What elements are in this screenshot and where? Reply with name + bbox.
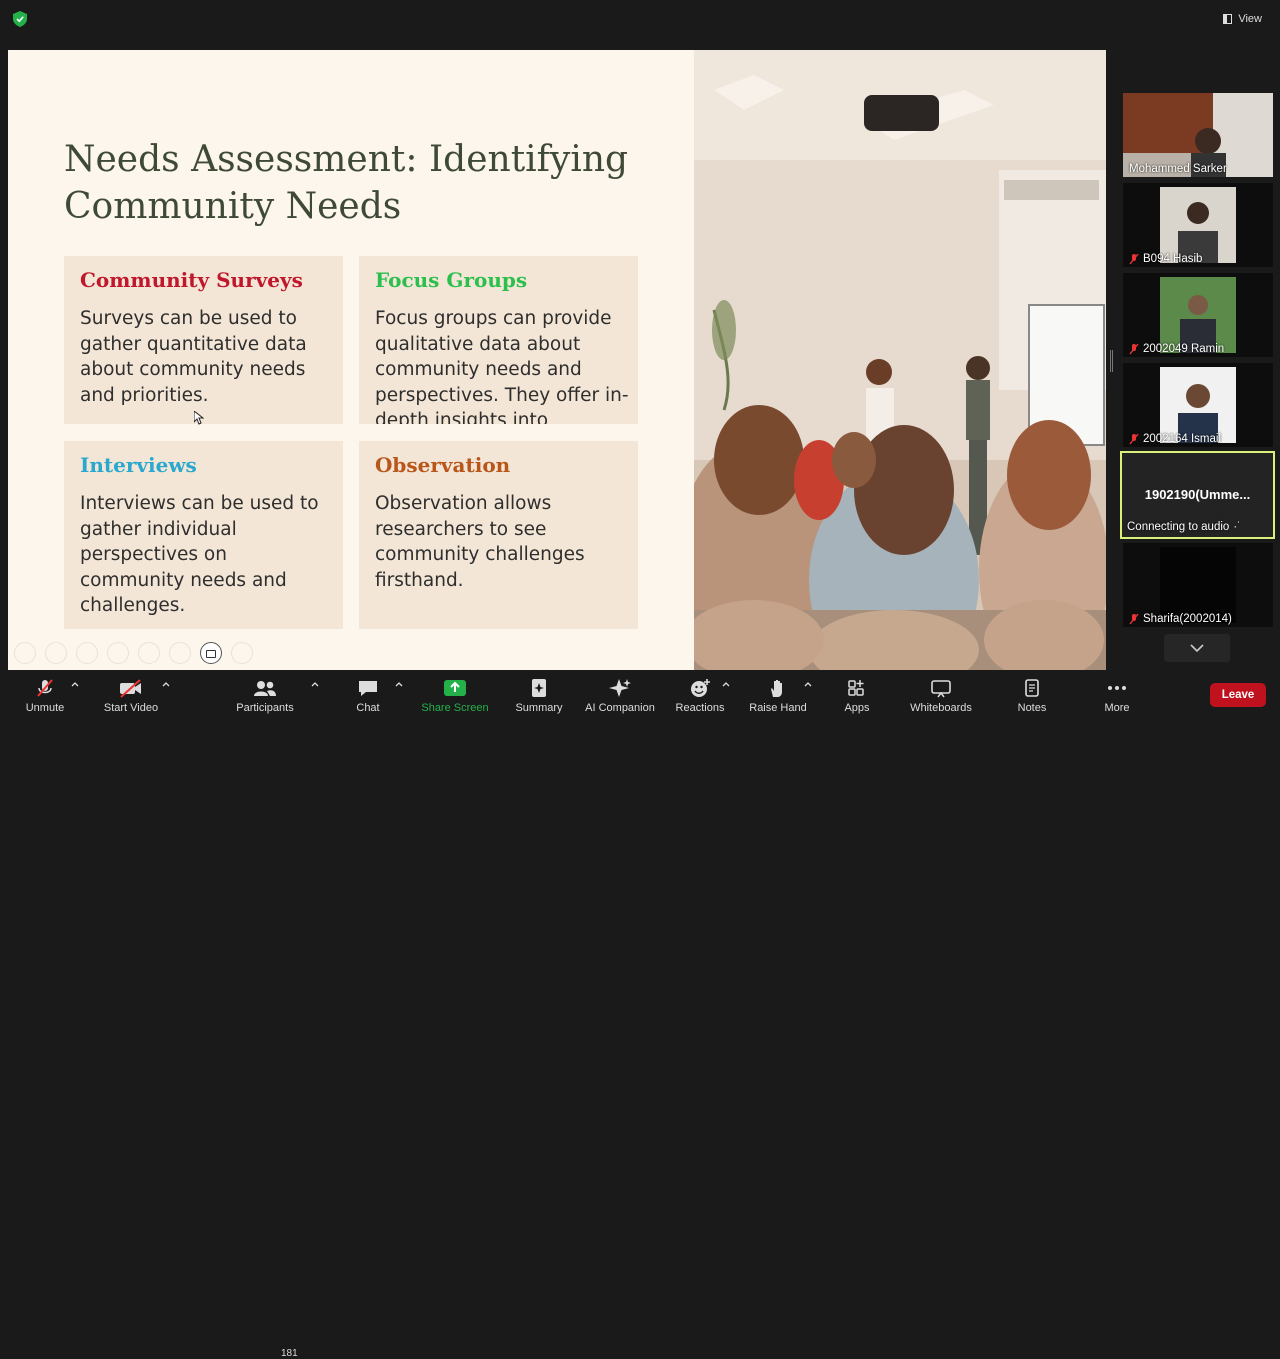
whiteboards-button[interactable]: Whiteboards — [904, 670, 978, 720]
reactions-label: Reactions — [675, 702, 725, 714]
participant-name: 2002164 Ismail — [1129, 433, 1221, 445]
summary-label: Summary — [515, 702, 563, 714]
mic-muted-icon — [1129, 343, 1139, 354]
mic-muted-icon — [1129, 433, 1139, 444]
card-focus-groups: Focus Groups Focus groups can provide qu… — [359, 256, 638, 424]
subtitles-icon[interactable] — [169, 642, 191, 664]
pen-icon[interactable] — [76, 642, 98, 664]
ai-companion-sparkle-icon — [609, 679, 631, 697]
slide-content: Needs Assessment: Identifying Community … — [8, 50, 694, 670]
chat-caret-icon[interactable] — [395, 680, 403, 688]
participant-count: 181 — [281, 1348, 298, 1359]
camera-icon[interactable] — [200, 642, 222, 664]
raise-hand-label: Raise Hand — [749, 702, 807, 714]
video-tile[interactable]: B094 Hasib — [1123, 183, 1273, 267]
start-video-button[interactable]: Start Video — [100, 670, 162, 720]
notes-button[interactable]: Notes — [1012, 670, 1052, 720]
raise-hand-caret-icon[interactable] — [804, 680, 812, 688]
prev-slide-icon[interactable] — [14, 642, 36, 664]
participants-caret-icon[interactable] — [311, 680, 319, 688]
card-heading: Interviews — [80, 453, 197, 477]
video-tile[interactable]: Mohammed Sarker — [1123, 93, 1273, 177]
card-body: Interviews can be used to gather individ… — [80, 493, 319, 616]
leave-button[interactable]: Leave — [1210, 683, 1266, 707]
whiteboards-label: Whiteboards — [910, 702, 972, 714]
video-tile[interactable]: Sharifa(2002014) — [1123, 543, 1273, 627]
unmute-label: Unmute — [25, 702, 65, 714]
more-options-icon[interactable] — [231, 642, 253, 664]
reactions-button[interactable]: Reactions — [672, 670, 728, 720]
share-screen-icon — [444, 680, 466, 696]
panel-resize-handle[interactable] — [1110, 350, 1113, 372]
start-video-label: Start Video — [103, 702, 159, 714]
chat-label: Chat — [356, 702, 380, 714]
meeting-toolbar: Unmute Start Video Participants 181 Chat… — [0, 670, 1280, 1359]
more-dots-icon — [1108, 686, 1126, 690]
card-body: Surveys can be used to gather quantitati… — [80, 308, 307, 406]
more-button[interactable]: More — [1098, 670, 1136, 720]
view-icon — [1223, 14, 1233, 24]
raise-hand-button[interactable]: Raise Hand — [746, 670, 810, 720]
participant-name: Mohammed Sarker — [1129, 163, 1227, 175]
participants-button[interactable]: Participants — [232, 670, 298, 720]
card-heading: Focus Groups — [375, 268, 528, 292]
apps-label: Apps — [844, 702, 870, 714]
next-slide-icon[interactable] — [45, 642, 67, 664]
ai-companion-button[interactable]: AI Companion — [580, 670, 660, 720]
slideshow-controls — [14, 642, 253, 664]
top-bar: View — [0, 0, 1280, 42]
apps-icon — [848, 680, 864, 696]
view-label: View — [1238, 13, 1262, 25]
card-body: Observation allows researchers to see co… — [375, 493, 585, 591]
whiteboard-icon — [931, 680, 951, 698]
chat-button[interactable]: Chat — [350, 670, 386, 720]
mouse-cursor-icon — [194, 411, 204, 425]
participant-name: 1902190(Umme... — [1144, 487, 1251, 502]
audio-status: Connecting to audio ·˙ — [1127, 521, 1241, 533]
meeting-room-photo — [694, 50, 1106, 670]
security-shield-icon[interactable] — [13, 11, 27, 27]
chat-icon — [359, 681, 377, 696]
view-button[interactable]: View — [1217, 8, 1268, 30]
zoom-icon[interactable] — [138, 642, 160, 664]
video-off-icon — [120, 679, 141, 698]
notes-label: Notes — [1017, 702, 1047, 714]
summary-button[interactable]: Summary — [510, 670, 568, 720]
reactions-smiley-icon — [691, 679, 710, 697]
participant-name: B094 Hasib — [1129, 253, 1202, 265]
participant-name: 2002049 Ramin — [1129, 343, 1224, 355]
notes-icon — [1025, 679, 1039, 697]
mic-muted-icon — [1129, 613, 1139, 624]
video-tile[interactable]: 2002164 Ismail — [1123, 363, 1273, 447]
card-heading: Community Surveys — [80, 268, 303, 292]
share-screen-label: Share Screen — [421, 702, 489, 714]
slides-icon[interactable] — [107, 642, 129, 664]
unmute-button[interactable]: Unmute — [20, 670, 70, 720]
chevron-down-icon — [1190, 644, 1204, 653]
card-heading: Observation — [375, 453, 511, 477]
participants-label: Participants — [236, 702, 294, 714]
card-community-surveys: Community Surveys Surveys can be used to… — [64, 256, 343, 424]
audio-options-caret-icon[interactable] — [71, 680, 79, 688]
more-label: More — [1104, 702, 1130, 714]
slide-title: Needs Assessment: Identifying Community … — [64, 139, 629, 227]
microphone-muted-icon — [37, 679, 53, 697]
reactions-caret-icon[interactable] — [722, 680, 730, 688]
video-tile-active-speaker[interactable]: 1902190(Umme... Connecting to audio ·˙ — [1120, 451, 1275, 539]
ai-companion-label: AI Companion — [585, 702, 655, 714]
mic-muted-icon — [1129, 253, 1139, 264]
participant-name: Sharifa(2002014) — [1129, 613, 1232, 625]
raise-hand-icon — [771, 680, 782, 697]
scroll-down-button[interactable] — [1164, 634, 1230, 662]
participants-icon — [254, 681, 276, 696]
share-screen-button[interactable]: Share Screen — [420, 670, 490, 720]
card-body: Focus groups can provide qualitative dat… — [375, 308, 629, 424]
apps-button[interactable]: Apps — [838, 670, 876, 720]
card-interviews: Interviews Interviews can be used to gat… — [64, 441, 343, 629]
card-observation: Observation Observation allows researche… — [359, 441, 638, 629]
video-options-caret-icon[interactable] — [162, 680, 170, 688]
video-tile[interactable]: 2002049 Ramin — [1123, 273, 1273, 357]
summary-icon — [532, 679, 546, 697]
shared-screen[interactable]: Needs Assessment: Identifying Community … — [8, 50, 1106, 670]
